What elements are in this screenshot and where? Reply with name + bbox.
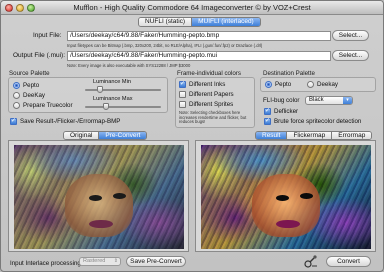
deflicker-label: Deflicker	[274, 108, 299, 115]
fli-bug-label: FLI-bug color	[263, 97, 300, 104]
right-preview-tabs: Result Flickermap Errormap	[255, 131, 373, 140]
luminance-max-track	[85, 106, 161, 108]
dest-option-pepto: Pepto	[275, 81, 292, 88]
save-result-checkbox[interactable]: ✓	[10, 118, 17, 125]
source-radio-truecolor[interactable]	[13, 102, 20, 109]
tab-result[interactable]: Result	[256, 132, 287, 139]
title-bar: Mufflon - High Quality Commodore 64 Imag…	[1, 1, 383, 15]
frame-colors-title: Frame-individual colors	[177, 70, 241, 77]
deflicker-checkbox[interactable]: ✓	[264, 108, 271, 115]
luminance-min-label: Luminance Min	[93, 79, 131, 85]
save-result-label: Save Result-/Flicker-/Errormap-BMP	[20, 118, 121, 125]
left-preview-tabs: Original Pre-Convert	[63, 131, 148, 140]
different-sprites-label: Different Sprites	[189, 101, 234, 108]
luminance-max-slider[interactable]	[103, 103, 109, 110]
tab-errormap[interactable]: Errormap	[331, 132, 372, 139]
output-sys-note: Note: Every image is also executable wit…	[67, 63, 191, 68]
dest-option-deekay: Deekay	[317, 81, 338, 88]
different-sprites-checkbox[interactable]	[179, 101, 186, 108]
interlace-processing-select[interactable]: Rastered ⇕	[79, 257, 121, 266]
source-radio-pepto[interactable]	[13, 82, 20, 89]
interlace-processing-value: Rastered	[83, 258, 106, 264]
different-papers-label: Different Papers	[189, 91, 234, 98]
fli-bug-select[interactable]: Black ▾	[305, 96, 353, 105]
output-file-label: Output File (.mui):	[13, 52, 66, 59]
source-palette-title: Source Palette	[9, 70, 50, 77]
luminance-min-slider[interactable]	[97, 86, 103, 93]
tab-flickermap[interactable]: Flickermap	[286, 132, 332, 139]
output-file-field[interactable]: /Users/deekay/c64/9.88/Faker/Humming-pep…	[67, 51, 331, 61]
brute-force-label: Brute force spritecolor detection	[274, 118, 362, 125]
tab-original[interactable]: Original	[64, 132, 99, 139]
source-option-pepto: Pepto	[23, 82, 40, 89]
source-option-truecolor: Prepare Truecolor	[23, 102, 73, 109]
mode-tab-muifli[interactable]: MUIFLI (interlaced)	[191, 18, 260, 26]
window-title: Mufflon - High Quality Commodore 64 Imag…	[73, 3, 311, 12]
dest-radio-pepto[interactable]	[265, 81, 272, 88]
result-image	[201, 145, 371, 249]
chevron-down-icon: ▾	[343, 97, 352, 104]
mode-segmented-control: NUFLI (static) MUIFLI (interlaced)	[138, 17, 261, 27]
settings-tools-icon[interactable]	[304, 254, 318, 268]
right-preview-panel	[195, 140, 376, 252]
source-radio-deekay[interactable]	[13, 92, 20, 99]
updown-arrows-icon: ⇕	[113, 258, 118, 264]
different-papers-checkbox[interactable]	[179, 91, 186, 98]
mode-tab-nufli[interactable]: NUFLI (static)	[139, 18, 192, 26]
input-file-label: Input File:	[33, 32, 62, 39]
left-preview-panel	[8, 140, 189, 252]
output-select-button[interactable]: Select...	[332, 50, 369, 61]
fli-bug-value: Black	[309, 97, 324, 103]
app-window: Mufflon - High Quality Commodore 64 Imag…	[0, 0, 384, 272]
tab-pre-convert[interactable]: Pre-Convert	[98, 132, 147, 139]
brute-force-checkbox[interactable]: ✓	[264, 118, 271, 125]
interlace-processing-label: Input Interlace processing:	[10, 260, 83, 267]
source-option-deekay: DeeKay	[23, 92, 46, 99]
input-filetype-note: Input filetypes can be Bitmap (.bmp, 320…	[67, 43, 263, 48]
frame-colors-note: Note: Selecting checkboxes here increase…	[179, 110, 247, 125]
dest-radio-deekay[interactable]	[307, 81, 314, 88]
luminance-max-label: Luminance Max	[93, 96, 133, 102]
save-preconvert-button[interactable]: Save Pre-Convert	[126, 256, 186, 267]
preconvert-image	[14, 145, 184, 249]
input-file-field[interactable]: /Users/deekay/c64/9.88/Faker/Humming-pep…	[67, 31, 331, 41]
different-inks-label: Different Inks	[189, 81, 226, 88]
input-select-button[interactable]: Select...	[332, 30, 369, 41]
convert-button[interactable]: Convert	[326, 256, 371, 267]
destination-palette-title: Destination Palette	[263, 70, 315, 77]
different-inks-checkbox[interactable]: ✓	[179, 81, 186, 88]
